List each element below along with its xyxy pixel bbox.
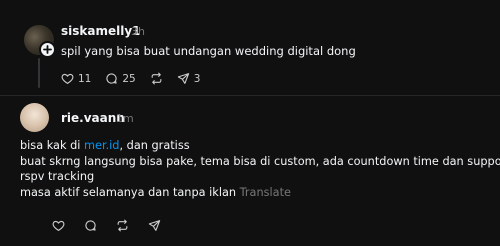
thread-line (38, 58, 40, 88)
like-count: 11 (78, 72, 92, 85)
comment-icon (85, 220, 96, 231)
share-count: 3 (193, 72, 201, 85)
repost-icon (117, 219, 128, 232)
reply-actions (52, 219, 175, 232)
repost-button[interactable] (150, 72, 163, 85)
comment-icon (106, 73, 118, 84)
share-icon (177, 73, 189, 84)
comment-count: 25 (122, 72, 136, 85)
reply-line-3: rspv tracking (20, 170, 95, 183)
avatar[interactable] (20, 103, 49, 132)
share-button[interactable] (148, 219, 161, 232)
reply-line-1: bisa kak di mer.id, dan gratiss (20, 139, 190, 152)
share-icon (148, 220, 161, 231)
like-button[interactable] (52, 219, 65, 232)
follow-button[interactable] (39, 41, 56, 58)
post-time: 3h (131, 25, 145, 38)
link[interactable]: mer.id (84, 139, 119, 152)
plus-icon (43, 45, 52, 54)
divider (0, 95, 500, 96)
share-button[interactable]: 3 (177, 72, 201, 85)
post-actions: 11 25 3 (61, 72, 214, 85)
reply-line-4: masa aktif selamanya dan tanpa iklan Tra… (20, 185, 291, 199)
like-button[interactable]: 11 (61, 72, 91, 85)
comment-button[interactable] (84, 219, 97, 232)
heart-icon (61, 73, 74, 85)
repost-button[interactable] (116, 219, 129, 232)
heart-icon (52, 220, 65, 232)
reply-text: bisa kak di mer.id, dan gratiss buat skr… (20, 138, 500, 200)
repost-icon (151, 72, 162, 85)
post-username[interactable]: siskamelly1 (61, 24, 141, 38)
post-text: spil yang bisa buat undangan wedding dig… (61, 44, 356, 58)
translate-button[interactable]: Translate (240, 186, 291, 199)
comment-button[interactable]: 25 (105, 72, 136, 85)
reply-line-2: buat skrng langsung bisa pake, tema bisa… (20, 154, 500, 168)
reply-time: 1m (116, 112, 134, 125)
